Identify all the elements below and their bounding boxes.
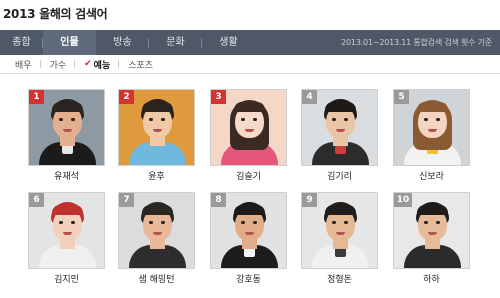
person-photo[interactable]: 1 [28,89,105,166]
person-name[interactable]: 윤후 [118,169,195,182]
rank-badge: 7 [119,193,134,207]
person-card[interactable]: 9 정형돈 [301,192,378,285]
person-card[interactable]: 10 하하 [393,192,470,285]
rank-badge: 3 [211,90,226,104]
person-name[interactable]: 김슬기 [210,169,287,182]
person-card[interactable]: 7 샘 해밍턴 [118,192,195,285]
page-title: 2013 올해의 검색어 [3,7,108,21]
rank-badge: 1 [29,90,44,104]
person-photo[interactable]: 4 [301,89,378,166]
person-card[interactable]: 1 유재석 [28,89,105,182]
tab-people[interactable]: 인물 [43,30,96,55]
rank-badge: 8 [211,193,226,207]
tab-broadcast[interactable]: 방송 [96,30,149,55]
person-name[interactable]: 김기리 [301,169,378,182]
person-photo[interactable]: 5 [393,89,470,166]
person-photo[interactable]: 10 [393,192,470,269]
rank-badge: 2 [119,90,134,104]
tab-life[interactable]: 생활 [202,30,255,55]
person-name[interactable]: 신보라 [393,169,470,182]
person-card[interactable]: 2 윤후 [118,89,195,182]
person-card[interactable]: 4 김기리 [301,89,378,182]
subtab-actors[interactable]: 배우 [6,58,41,71]
person-card[interactable]: 6 김지민 [28,192,105,285]
person-name[interactable]: 유재석 [28,169,105,182]
check-icon: ✔ [84,59,92,69]
rank-badge: 5 [394,90,409,104]
person-photo[interactable]: 3 [210,89,287,166]
person-name[interactable]: 강호동 [210,272,287,285]
person-photo[interactable]: 9 [301,192,378,269]
category-tab-bar: 종합 인물 방송 문화 생활 2013.01~2013.11 통합검색 검색 횟… [0,30,500,55]
person-name[interactable]: 김지민 [28,272,105,285]
person-photo[interactable]: 7 [118,192,195,269]
person-name[interactable]: 하하 [393,272,470,285]
search-period-info: 2013.01~2013.11 통합검색 검색 횟수 기준 [341,38,492,47]
rank-badge: 10 [394,193,412,207]
rank-badge: 9 [302,193,317,207]
person-name[interactable]: 정형돈 [301,272,378,285]
person-name[interactable]: 샘 해밍턴 [118,272,195,285]
person-card[interactable]: 8 강호동 [210,192,287,285]
person-card[interactable]: 5 신보라 [393,89,470,182]
subtab-entertainment[interactable]: ✔ 예능 [75,58,120,71]
person-card[interactable]: 3 김슬기 [210,89,287,182]
subtab-singers[interactable]: 가수 [41,58,76,71]
person-photo[interactable]: 8 [210,192,287,269]
tab-overall[interactable]: 종합 [0,30,43,55]
rank-badge: 6 [29,193,44,207]
subcategory-tabs: 배우 가수 ✔ 예능 스포츠 [0,55,500,74]
person-photo[interactable]: 6 [28,192,105,269]
person-photo[interactable]: 2 [118,89,195,166]
rank-badge: 4 [302,90,317,104]
subtab-sports[interactable]: 스포츠 [119,58,162,71]
tab-culture[interactable]: 문화 [149,30,202,55]
